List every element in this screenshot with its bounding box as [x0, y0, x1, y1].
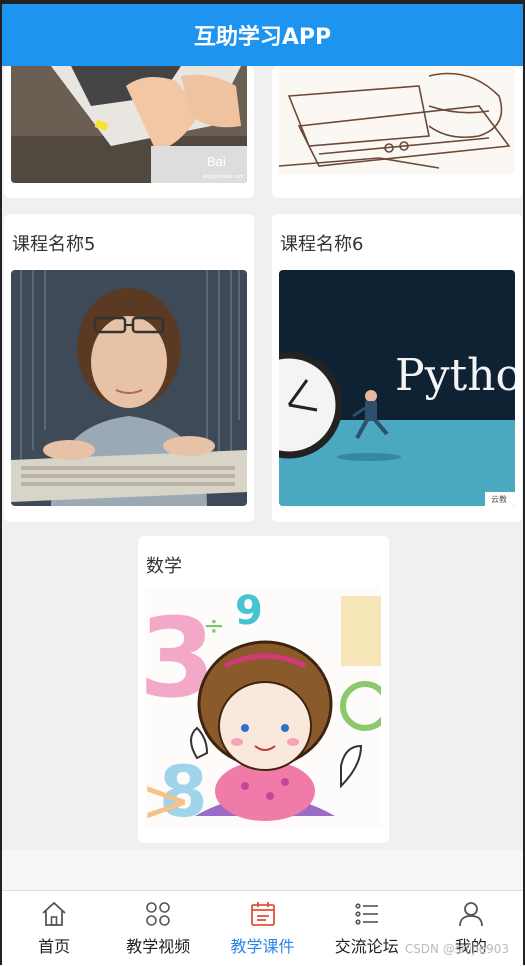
page-title: 互助学习APP	[193, 25, 332, 50]
user-icon	[459, 902, 483, 927]
course-image-python: Pytho 云教	[279, 270, 515, 506]
tab-label: 交流论坛	[334, 937, 399, 956]
app-header: 互助学习APP	[2, 4, 523, 66]
course-image-laptop-sketch	[279, 66, 515, 174]
tab-label: 教学课件	[230, 937, 295, 956]
course-title: 课程名称5	[12, 234, 96, 255]
baidu-logo-text: Bai	[207, 154, 226, 169]
course-card[interactable]: 数学 3 9 ÷ 8 >	[138, 536, 389, 843]
baidu-logo-sub: jingyan.baidu.com	[202, 174, 243, 180]
list-icon	[355, 903, 378, 925]
tab-forum[interactable]: 交流论坛	[315, 891, 419, 966]
tab-home[interactable]: 首页	[2, 891, 106, 966]
svg-text:9: 9	[235, 588, 263, 634]
course-card[interactable]: 课程名称6 Pytho 云教	[272, 214, 522, 522]
bottom-tab-bar: 首页 教学视频 教学课件 交流论坛 我的 CSDN @shijie903	[2, 890, 523, 966]
python-image-text: Pytho	[395, 350, 515, 401]
grid-icon	[146, 902, 171, 926]
watermark: CSDN @shijie903	[404, 942, 509, 956]
list-bottom-spacer	[2, 850, 523, 890]
svg-text:>: >	[145, 766, 191, 828]
tab-teaching-courseware[interactable]: 教学课件	[210, 891, 314, 966]
course-image-math-girl: 3 9 ÷ 8 >	[145, 586, 381, 828]
course-title: 数学	[146, 556, 182, 577]
image-badge: 云教	[491, 494, 507, 504]
tab-label: 首页	[38, 937, 71, 956]
svg-text:÷: ÷	[203, 611, 225, 641]
course-card[interactable]: 课程名称5	[4, 214, 254, 522]
home-icon	[42, 901, 66, 926]
course-title: 课程名称6	[280, 234, 364, 255]
calendar-icon	[250, 902, 275, 926]
tab-teaching-video[interactable]: 教学视频	[106, 891, 210, 966]
tab-label: 教学视频	[126, 937, 191, 956]
course-image-boy-keyboard	[11, 270, 247, 506]
course-card-partial-right[interactable]	[272, 66, 522, 198]
course-image-laptop-hands: Bai jingyan.baidu.com	[11, 66, 247, 183]
course-card-partial-left[interactable]: Bai jingyan.baidu.com	[4, 66, 254, 198]
